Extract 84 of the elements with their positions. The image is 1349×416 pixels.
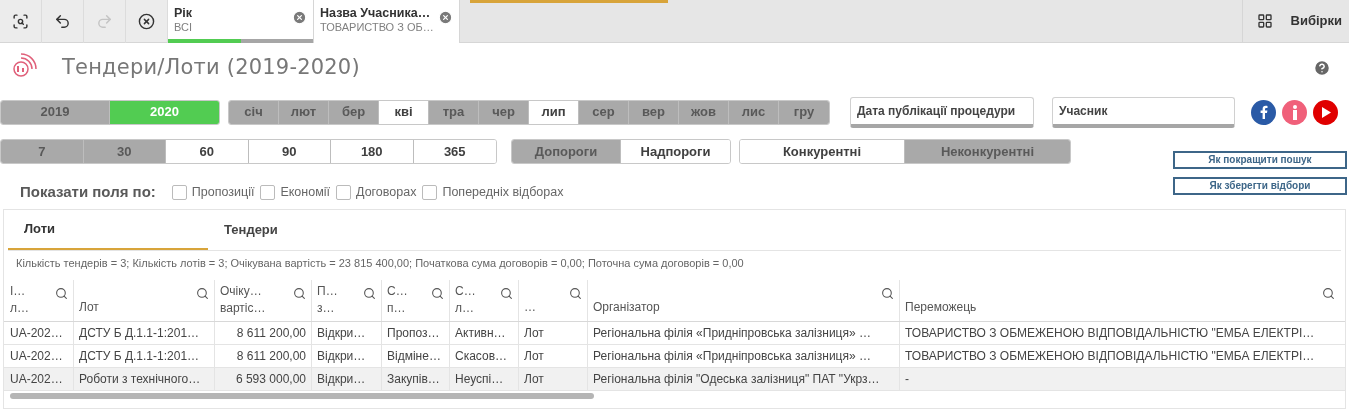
table-cell: Відкри… bbox=[312, 345, 382, 367]
column-header[interactable]: Організатор bbox=[588, 280, 900, 321]
table-cell: Роботи з технічного… bbox=[74, 368, 215, 390]
help-link-button[interactable]: Як покращити пошук bbox=[1173, 151, 1347, 169]
show-fields-label: Показати поля по: bbox=[20, 181, 156, 202]
checkbox-label: Попередніх відборах bbox=[442, 183, 564, 201]
table-cell-text: ТОВАРИСТВО З ОБМЕЖЕНОЮ ВІДПОВІДАЛЬНІСТЮ "ЕМБА ЕЛЕКТРІ… bbox=[904, 325, 1316, 342]
table-cell-text: - bbox=[904, 371, 910, 388]
summary-text: Кількість тендерів = 3; Кількість лотів = 3; Очікувана вартість = 23 815 400,00; Початкова сума договорів = 0,00; Поточна сума договорів = 0,00 bbox=[16, 256, 744, 272]
column-header[interactable]: … bbox=[519, 280, 588, 321]
lasso-search-icon[interactable] bbox=[12, 13, 29, 30]
search-icon[interactable] bbox=[293, 287, 306, 300]
play-icon[interactable] bbox=[1313, 99, 1338, 125]
search-icon[interactable] bbox=[196, 287, 209, 300]
checkbox-label: Економії bbox=[280, 183, 331, 201]
column-header[interactable]: С… л… bbox=[450, 280, 519, 321]
table-cell-text: ТОВАРИСТВО З ОБМЕЖЕНОЮ ВІДПОВІДАЛЬНІСТЮ "ЕМБА ЕЛЕКТРІ… bbox=[904, 348, 1316, 365]
table-row[interactable]: UA-202… ДСТУ Б Д.1.1-1:201… 8 611 200,00 Відкри… Відміне… Скасов… Лот Регіональна філія «Придніпровська залізниця» … ТОВАРИСТВО З ОБМЕЖЕНОЮ ВІДПОВІДАЛЬНІСТЮ "ЕМБА ЕЛЕКТРІ… bbox=[4, 345, 1345, 368]
table-cell: ДСТУ Б Д.1.1-1:201… bbox=[74, 322, 215, 344]
column-header[interactable]: Лот bbox=[74, 280, 215, 321]
table-cell: UA-202… bbox=[5, 345, 74, 367]
checkbox[interactable] bbox=[422, 184, 438, 200]
table-cell: ДСТУ Б Д.1.1-1:201… bbox=[74, 345, 215, 367]
close-icon[interactable] bbox=[292, 10, 307, 25]
checkbox[interactable] bbox=[336, 184, 352, 200]
search-icon[interactable] bbox=[363, 287, 376, 300]
table-cell: Регіональна філія "Одеська залізниця" ПАТ "Укрз… bbox=[588, 368, 900, 390]
filter-option[interactable]: Конкурентні bbox=[740, 140, 905, 163]
table-cell: 8 611 200,00 bbox=[215, 345, 312, 367]
checkbox[interactable] bbox=[260, 184, 276, 200]
checkbox[interactable] bbox=[171, 184, 187, 200]
checkbox-label: Договорах bbox=[356, 183, 417, 201]
help-link-button[interactable]: Як зберегти відбори bbox=[1173, 177, 1347, 195]
selection-tab[interactable]: Рік ВСІ bbox=[168, 0, 314, 43]
table-cell: Відміне… bbox=[382, 345, 450, 367]
field-dropdown[interactable]: Учасник bbox=[1052, 96, 1235, 128]
lot-link[interactable]: Лот bbox=[519, 345, 588, 367]
column-header[interactable]: П… з… bbox=[312, 280, 382, 321]
info-icon[interactable] bbox=[1282, 99, 1307, 125]
selection-tab[interactable]: Назва Учасника… ТОВАРИСТВО З ОБ… bbox=[314, 0, 460, 43]
undo-icon[interactable] bbox=[54, 13, 71, 30]
table-cell: Активн… bbox=[450, 322, 519, 344]
column-header[interactable]: Переможець bbox=[900, 280, 1340, 321]
table-cell: Скасов… bbox=[450, 345, 519, 367]
search-icon[interactable] bbox=[881, 287, 894, 300]
table-cell: 6 593 000,00 bbox=[215, 368, 312, 390]
close-icon[interactable] bbox=[438, 10, 453, 25]
table-cell: Регіональна філія «Придніпровська залізниця» … bbox=[588, 345, 900, 367]
search-icon[interactable] bbox=[55, 287, 68, 300]
tab[interactable]: Лоти bbox=[8, 210, 208, 250]
tab[interactable]: Тендери bbox=[208, 210, 408, 250]
field-name: Назва Учасника… bbox=[320, 6, 432, 20]
table-cell: 8 611 200,00 bbox=[215, 322, 312, 344]
clear-icon[interactable] bbox=[138, 13, 155, 30]
table-cell: UA-202… bbox=[5, 322, 74, 344]
table-cell: Відкри… bbox=[312, 368, 382, 390]
search-icon[interactable] bbox=[569, 287, 582, 300]
search-icon[interactable] bbox=[431, 287, 444, 300]
table-row[interactable]: UA-202… ДСТУ Б Д.1.1-1:201… 8 611 200,00 Відкри… Пропоз… Активн… Лот Регіональна філія «Придніпровська залізниця» … ТОВАРИСТВО З ОБМЕЖЕНОЮ ВІДПОВІДАЛЬНІСТЮ "ЕМБА ЕЛЕКТРІ… bbox=[4, 322, 1345, 345]
page-title: Тендери/Лоти (2019-2020) bbox=[62, 54, 360, 82]
column-header[interactable]: Очіку… вартіс… bbox=[215, 280, 312, 321]
table-cell: Закупів… bbox=[382, 368, 450, 390]
table-row[interactable]: UA-202… Роботи з технічного… 6 593 000,00 Відкри… Закупів… Неуспі… Лот Регіональна філія "Одеська залізниця" ПАТ "Укрз… - bbox=[4, 368, 1345, 391]
field-value: ВСІ bbox=[174, 20, 193, 34]
selections-button[interactable]: Вибірки bbox=[1290, 11, 1342, 31]
lot-link[interactable]: Лот bbox=[519, 322, 588, 344]
table-cell: Неуспі… bbox=[450, 368, 519, 390]
field-name: Рік bbox=[174, 6, 194, 20]
scrollbar[interactable] bbox=[10, 393, 594, 399]
field-dropdown[interactable]: Дата публікації процедури bbox=[850, 96, 1034, 128]
column-header[interactable]: І… л… bbox=[5, 280, 74, 321]
help-icon[interactable] bbox=[1313, 59, 1331, 77]
table-cell: Відкри… bbox=[312, 322, 382, 344]
search-icon[interactable] bbox=[1322, 287, 1335, 300]
facebook-icon[interactable] bbox=[1251, 99, 1276, 125]
lot-link[interactable]: Лот bbox=[519, 368, 588, 390]
checkbox-label: Пропозиції bbox=[191, 183, 255, 201]
table-cell: UA-202… bbox=[5, 368, 74, 390]
grid-icon[interactable] bbox=[1256, 13, 1273, 29]
table-cell: Регіональна філія «Придніпровська залізниця» … bbox=[588, 322, 900, 344]
search-icon[interactable] bbox=[500, 287, 513, 300]
table-cell: Пропоз… bbox=[382, 322, 450, 344]
column-header[interactable]: С… п… bbox=[382, 280, 450, 321]
field-value: ТОВАРИСТВО З ОБ… bbox=[320, 20, 435, 34]
